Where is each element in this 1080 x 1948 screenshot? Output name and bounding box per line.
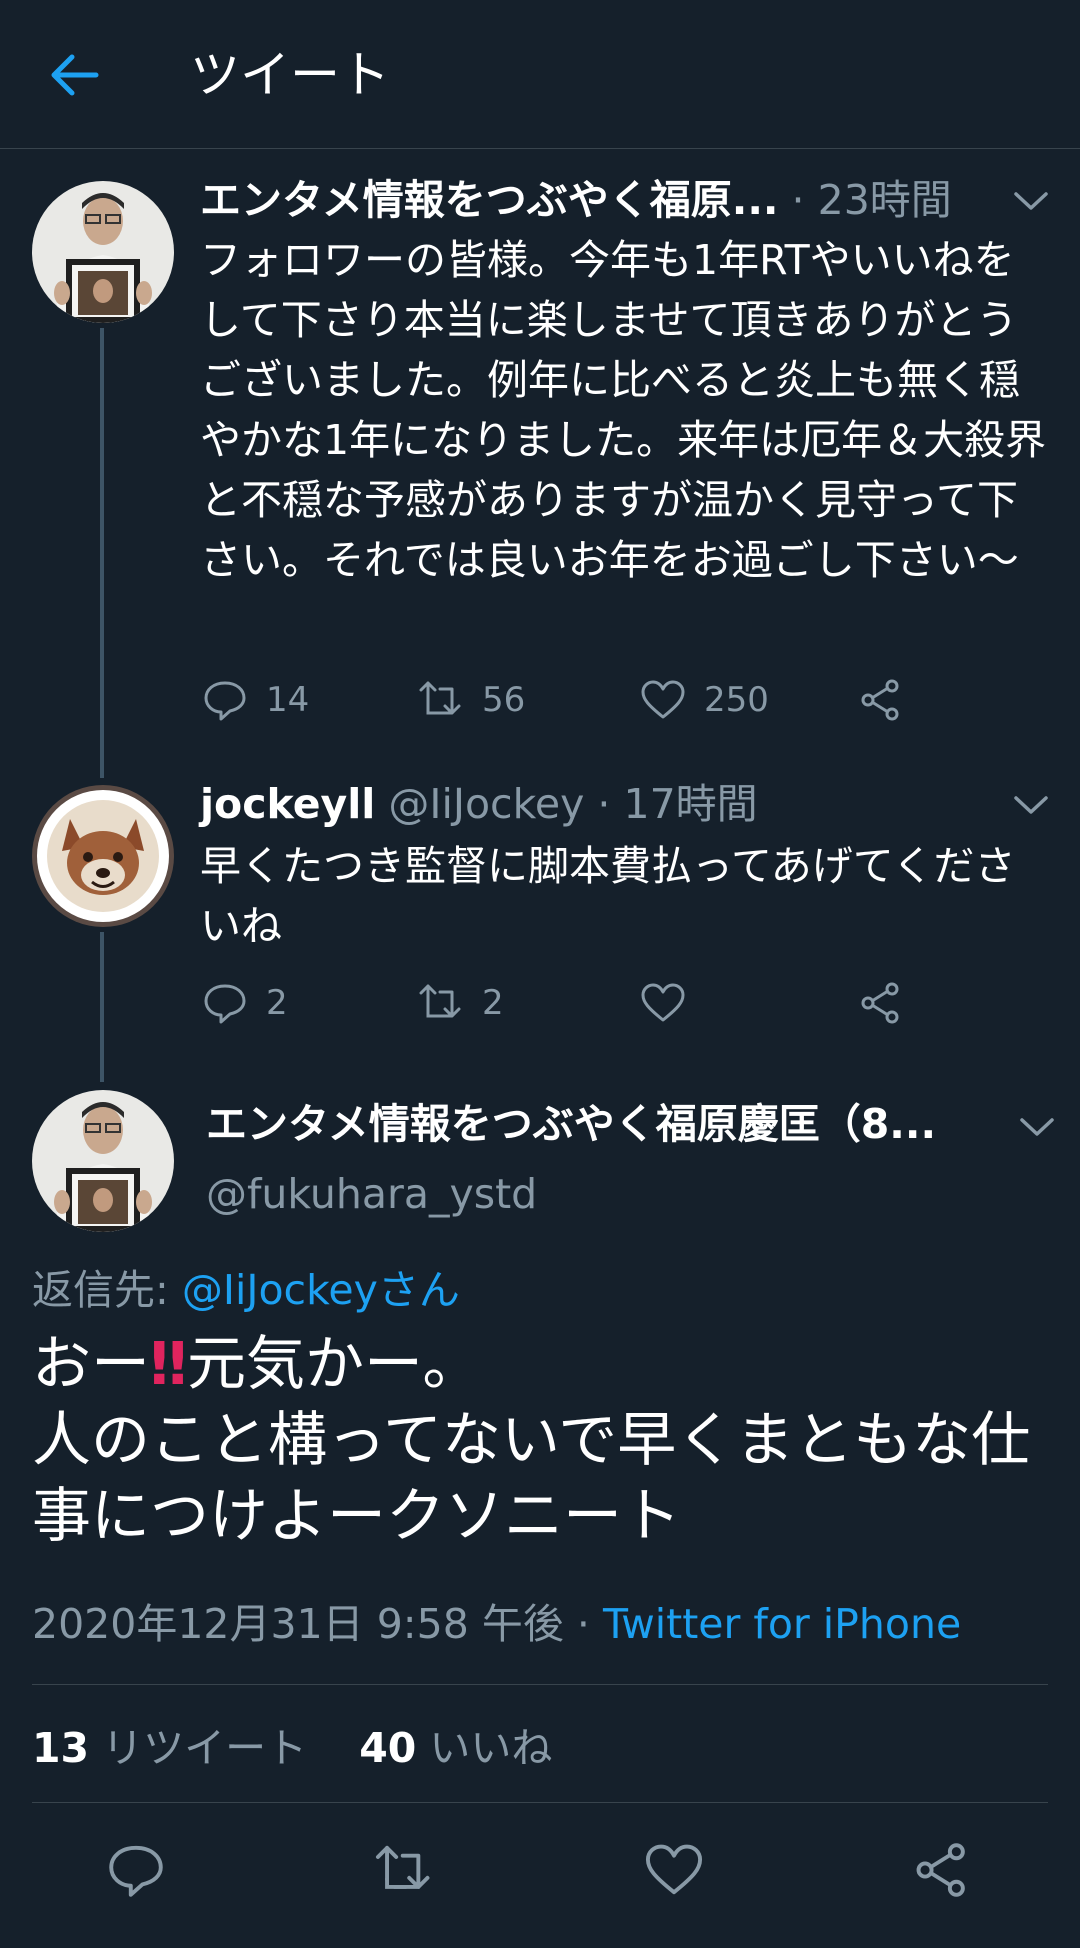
share-icon: [861, 982, 899, 1024]
avatar[interactable]: [32, 1090, 174, 1232]
reply-label: 返信先:: [32, 1266, 169, 1314]
tweet-text: フォロワーの皆様。今年も1年RTやいいねをして下さり本当に楽しませて頂きありがと…: [200, 236, 1047, 584]
retweet-label: リツイート: [102, 1724, 308, 1772]
reply-button[interactable]: 14: [202, 672, 309, 728]
page-title: ツイート: [190, 46, 390, 104]
tweet-source[interactable]: Twitter for iPhone: [603, 1600, 961, 1648]
retweet-button[interactable]: 56: [418, 672, 525, 728]
reply-count: 2: [266, 983, 288, 1023]
tweet-time: · 17時間: [597, 780, 758, 828]
reply-to-link[interactable]: @IiJockeyさん: [182, 1266, 460, 1314]
retweet-icon: [419, 984, 461, 1018]
double-exclamation-icon: ‼: [150, 1329, 188, 1398]
reply-icon: [204, 984, 246, 1024]
tweet-stats: 13 リツイート 40 いいね: [32, 1720, 552, 1776]
retweet-icon: [419, 681, 461, 715]
share-icon: [861, 679, 899, 721]
tweet-text-part: おー: [32, 1329, 151, 1398]
retweet-count: 56: [482, 680, 526, 720]
retweet-total: 13: [32, 1724, 90, 1772]
user-name[interactable]: エンタメ情報をつぶやく福原...: [200, 176, 779, 224]
tweet-text: 早くたつき監督に脚本費払ってあげてくださいね: [200, 842, 1016, 950]
avatar[interactable]: [32, 785, 174, 927]
reply-icon[interactable]: [106, 1840, 166, 1900]
reply-count: 14: [266, 680, 310, 720]
top-bar: ツイート: [0, 0, 1080, 149]
share-button[interactable]: [858, 975, 904, 1031]
avatar[interactable]: [32, 181, 174, 323]
like-count: 250: [704, 680, 769, 720]
divider: [32, 1802, 1048, 1803]
retweet-button[interactable]: 2: [418, 975, 504, 1031]
like-button[interactable]: 250: [640, 672, 769, 728]
heart-icon[interactable]: [644, 1840, 704, 1900]
reply-context: 返信先: @IiJockeyさん: [32, 1262, 460, 1318]
reply-icon: [204, 681, 246, 721]
heart-icon: [641, 983, 685, 1022]
heart-icon: [641, 680, 685, 719]
tweet-actions: 14 56 250: [200, 672, 920, 728]
thread-line: [100, 932, 104, 1082]
likes-stat[interactable]: 40 いいね: [359, 1724, 552, 1772]
share-button[interactable]: [858, 672, 904, 728]
user-name[interactable]: jockeyll: [200, 780, 375, 828]
like-label: いいね: [429, 1724, 553, 1772]
tweet-text-line: おー‼元気かー。: [32, 1326, 1052, 1402]
tweet-text-part: 元気かー。: [187, 1329, 482, 1398]
thread-line: [100, 328, 104, 778]
chevron-down-icon[interactable]: [1012, 792, 1050, 818]
retweets-stat[interactable]: 13 リツイート: [32, 1724, 307, 1772]
arrow-left-icon[interactable]: [46, 50, 102, 100]
tweet-header: jockeyll @IiJockey · 17時間: [200, 776, 758, 832]
retweet-icon[interactable]: [374, 1840, 434, 1900]
user-handle: @IiJockey: [388, 780, 585, 828]
tweet-header: エンタメ情報をつぶやく福原... · 23時間: [200, 172, 952, 228]
tweet-text-line: 人のこと構ってないで早くまともな仕事につけよークソニート: [32, 1405, 1031, 1550]
share-icon[interactable]: [912, 1840, 972, 1900]
like-button[interactable]: [640, 975, 686, 1031]
tweet-time: · 23時間: [791, 176, 952, 224]
tweet-meta: 2020年12月31日 9:58 午後 · Twitter for iPhone: [32, 1596, 961, 1652]
tweet-actions: 2 2: [200, 975, 920, 1031]
tweet-timestamp[interactable]: 2020年12月31日 9:58 午後 ·: [32, 1600, 590, 1648]
retweet-count: 2: [482, 983, 504, 1023]
user-handle[interactable]: @fukuhara_ystd: [206, 1166, 537, 1222]
chevron-down-icon[interactable]: [1012, 188, 1050, 214]
divider: [32, 1684, 1048, 1685]
like-total: 40: [359, 1724, 417, 1772]
tweet-text: おー‼元気かー。 人のこと構ってないで早くまともな仕事につけよークソニート: [32, 1326, 1052, 1554]
user-name[interactable]: エンタメ情報をつぶやく福原慶匡（8...: [206, 1094, 936, 1154]
reply-button[interactable]: 2: [202, 975, 288, 1031]
chevron-down-icon[interactable]: [1018, 1114, 1056, 1140]
